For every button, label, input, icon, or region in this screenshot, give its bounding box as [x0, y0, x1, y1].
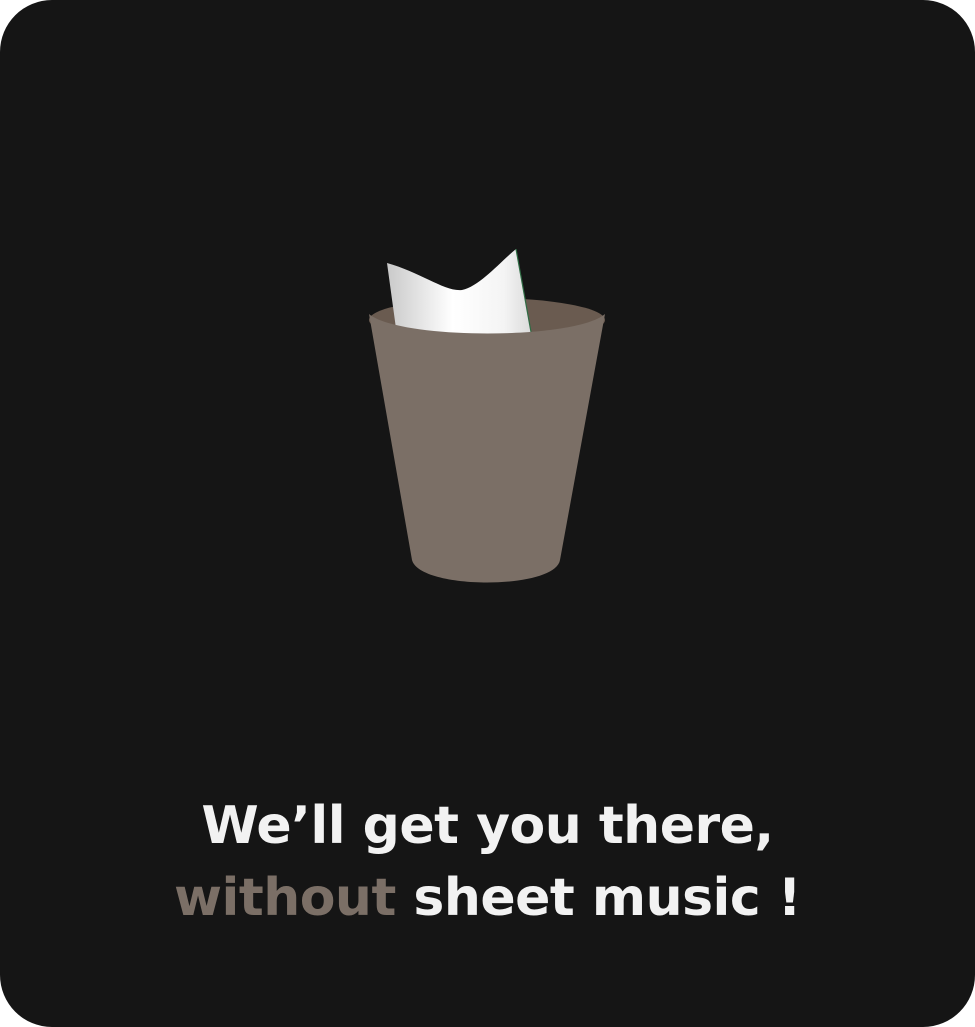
headline: We’ll get you there, without sheet music… — [0, 790, 975, 934]
card: We’ll get you there, without sheet music… — [0, 0, 975, 1027]
bin-body — [369, 314, 605, 583]
headline-line-2-rest: sheet music ! — [395, 868, 802, 928]
headline-line-2: without sheet music ! — [0, 862, 975, 934]
headline-accent-word: without — [173, 868, 396, 928]
headline-line-1: We’ll get you there, — [201, 796, 774, 856]
